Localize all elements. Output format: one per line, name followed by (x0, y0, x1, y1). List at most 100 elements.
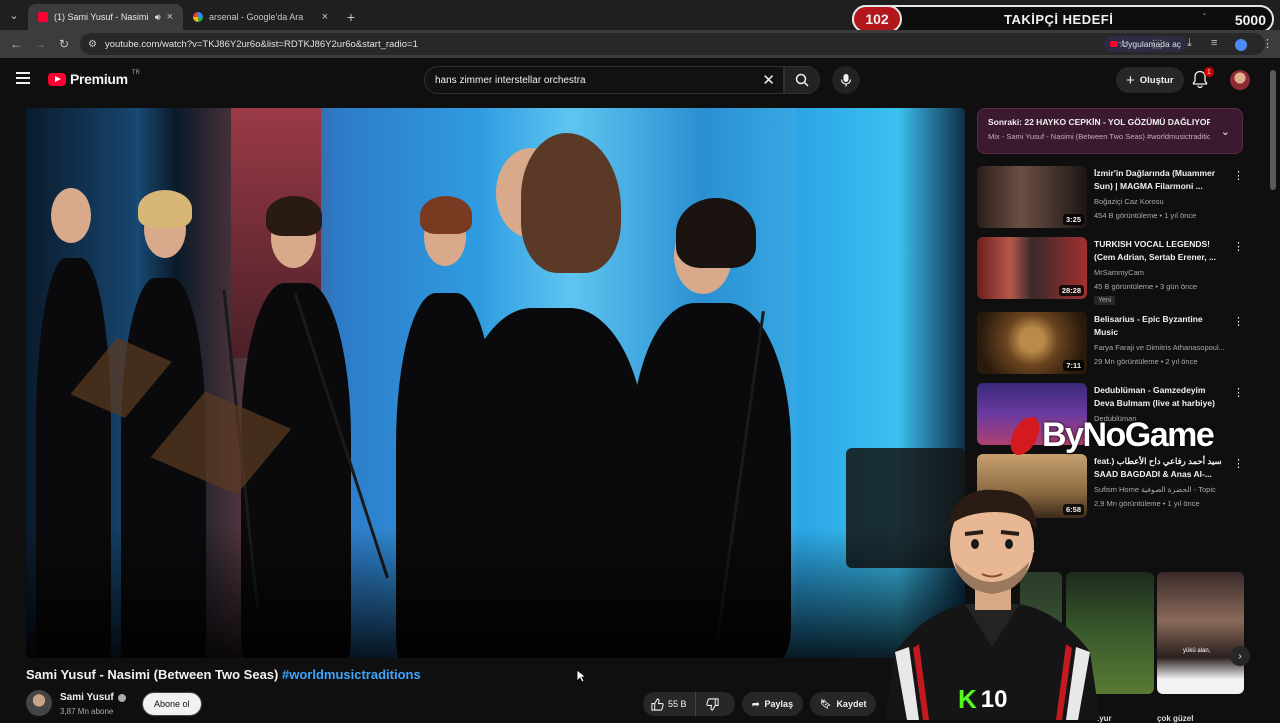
hamburger-menu-icon[interactable] (16, 72, 30, 87)
youtube-icon (1110, 41, 1118, 47)
recommendation-meta: 454 B görüntüleme • 1 yıl önce (1094, 211, 1197, 220)
mouse-cursor-icon (576, 669, 586, 683)
clear-search-icon[interactable]: ✕ (762, 71, 775, 89)
minimize-icon: - (1202, 9, 1206, 20)
share-button[interactable]: ➦ Paylaş (742, 692, 804, 716)
like-button[interactable]: 55 B (643, 692, 696, 716)
search-icon (795, 73, 809, 87)
queue-next-title: Sonraki: 22 HAYKO CEPKİN - YOL GÖZÜMÜ DA… (988, 117, 1210, 127)
kick-logo-icon: K (958, 684, 977, 714)
recommendation-channel[interactable]: Boğaziçi Caz Korosu (1094, 197, 1234, 206)
bynogame-logo-icon (1007, 416, 1043, 455)
youtube-premium-logo[interactable]: Premium TR (48, 70, 140, 87)
search-query: hans zimmer interstellar orchestra (435, 74, 586, 86)
recommendation-channel[interactable]: MrSammyCam (1094, 268, 1234, 277)
recommendation-item[interactable]: 3:25 İzmir'in Dağlarında (Muammer Sun) |… (977, 166, 1244, 234)
google-favicon-icon (193, 12, 203, 22)
video-title: Sami Yusuf - Nasimi (Between Two Seas) #… (26, 667, 421, 682)
download-icon[interactable]: ⤓ (1187, 37, 1192, 50)
channel-avatar[interactable] (26, 690, 52, 716)
queue-mix-title: Mix - Sami Yusuf - Nasimi (Between Two S… (988, 132, 1210, 141)
search-input[interactable]: hans zimmer interstellar orchestra ✕ (424, 66, 784, 94)
more-options-icon[interactable]: ⋮ (1233, 169, 1244, 182)
recommendation-meta: 29 Mn görüntüleme • 2 yıl önce (1094, 357, 1198, 366)
reading-list-icon[interactable]: ≡ (1211, 37, 1217, 49)
goal-current-count: 102 (852, 5, 902, 33)
channel-name[interactable]: Sami Yusuf (60, 692, 126, 703)
recommendation-meta: 2,9 Mn görüntüleme • 1 yıl önce (1094, 499, 1200, 508)
chevron-right-icon[interactable]: › (1230, 646, 1250, 666)
more-options-icon[interactable]: ⋮ (1233, 315, 1244, 328)
hashtag-link[interactable]: #worldmusictraditions (282, 667, 421, 682)
playlist-queue-panel[interactable]: Sonraki: 22 HAYKO CEPKİN - YOL GÖZÜMÜ DA… (977, 108, 1243, 154)
bynogame-watermark: ByNoGame (1007, 416, 1215, 455)
notification-badge: 1 (1204, 67, 1214, 77)
subscribe-button[interactable]: Abone ol (142, 692, 202, 716)
recommendation-channel[interactable]: Farya Faraji ve Dimitris Athanasopoul... (1094, 343, 1234, 352)
follower-goal-overlay: 102 TAKİPÇİ HEDEFİ - 5000 (852, 5, 1274, 33)
new-tab-button[interactable]: + (338, 4, 364, 30)
goal-target-count: 5000 (1234, 12, 1266, 28)
tab-google[interactable]: arsenal - Google'da Ara × (183, 4, 338, 30)
more-options-icon[interactable]: ⋮ (1233, 386, 1244, 399)
page-scrollbar[interactable] (1270, 70, 1276, 190)
close-tab-icon[interactable]: × (167, 11, 173, 23)
back-icon[interactable]: ← (4, 37, 28, 51)
share-icon: ➦ (752, 698, 760, 709)
video-thumbnail[interactable]: 7:11 (977, 312, 1087, 374)
microphone-icon (840, 74, 852, 87)
new-badge: Yeni (1094, 296, 1116, 305)
voice-search-button[interactable] (832, 66, 860, 94)
more-options-icon[interactable]: ⋮ (1233, 457, 1244, 470)
tab-title: (1) Sami Yusuf - Nasimi (Be (54, 12, 149, 22)
browser-menu-icon[interactable]: ⋮ (1262, 37, 1273, 50)
reload-icon[interactable]: ↻ (52, 37, 76, 51)
tab-youtube[interactable]: (1) Sami Yusuf - Nasimi (Be 🔊︎ × (28, 4, 183, 30)
recommendation-title[interactable]: Belisarius - Epic Byzantine Music (1094, 313, 1222, 339)
recommendation-title[interactable]: Dedublüman - Gamzedeyim Deva Bulmam (liv… (1094, 384, 1222, 410)
recommendation-title[interactable]: feat.) سيد أحمد رفاعي داح الأعطاب SAAD B… (1094, 455, 1222, 481)
verified-icon (117, 693, 126, 702)
like-dislike-group: 55 B (643, 692, 735, 716)
more-options-icon[interactable]: ⋮ (1233, 240, 1244, 253)
youtube-logo-icon (48, 72, 66, 86)
address-bar[interactable]: ⚙ youtube.com/watch?v=TKJ86Y2ur6o&list=R… (80, 33, 1265, 55)
recommendation-title[interactable]: TURKISH VOCAL LEGENDS! (Cem Adrian, Sert… (1094, 238, 1222, 264)
duration-label: 3:25 (1062, 214, 1084, 225)
video-player[interactable] (26, 108, 965, 658)
close-tab-icon[interactable]: × (322, 11, 328, 23)
short-thumbnail[interactable]: yükü alan, (1157, 572, 1244, 694)
bookmark-star-icon[interactable]: ☆ (1118, 37, 1128, 50)
plus-icon: + (1126, 71, 1135, 89)
create-button[interactable]: + Oluştur (1116, 67, 1184, 93)
account-avatar[interactable] (1230, 70, 1250, 90)
chevron-down-icon[interactable]: ⌄ (1221, 125, 1230, 138)
kick-viewer-counter: K 10 (958, 684, 1008, 714)
save-button[interactable]: 🔖︎ Kaydet (810, 692, 877, 716)
tab-search-icon[interactable]: ⌄ (0, 0, 28, 30)
thumbs-down-icon (705, 697, 719, 711)
profile-avatar[interactable] (1235, 39, 1247, 51)
search-button[interactable] (784, 66, 820, 94)
recommendation-title[interactable]: İzmir'in Dağlarında (Muammer Sun) | MAGM… (1094, 167, 1222, 193)
recommendation-meta: 45 B görüntüleme • 3 gün önce (1094, 282, 1198, 291)
recommendation-item[interactable]: 28:28 TURKISH VOCAL LEGENDS! (Cem Adrian… (977, 237, 1244, 305)
speaker-icon[interactable]: 🔊︎ (155, 12, 161, 23)
dislike-button[interactable] (696, 697, 729, 711)
site-info-icon[interactable]: ⚙ (88, 39, 97, 50)
duration-label: 7:11 (1063, 360, 1084, 371)
extensions-icon[interactable]: ⬚ (1152, 37, 1162, 50)
duration-label: 28:28 (1058, 285, 1084, 296)
recommendation-item[interactable]: 7:11 Belisarius - Epic Byzantine Music F… (977, 312, 1244, 380)
short-title: çok güzel (1157, 714, 1194, 723)
video-thumbnail[interactable]: 3:25 (977, 166, 1087, 228)
open-in-app-button[interactable]: Uygulamada aç (1104, 36, 1188, 52)
browser-toolbar: ← → ↻ ⚙ youtube.com/watch?v=TKJ86Y2ur6o&… (0, 30, 1280, 58)
url-text: youtube.com/watch?v=TKJ86Y2ur6o&list=RDT… (104, 38, 418, 50)
youtube-header: Premium TR hans zimmer interstellar orch… (0, 58, 1280, 102)
forward-icon[interactable]: → (28, 37, 52, 51)
goal-title: TAKİPÇİ HEDEFİ (1004, 12, 1114, 27)
subscriber-count: 3,87 Mn abone (60, 707, 114, 716)
video-thumbnail[interactable]: 28:28 (977, 237, 1087, 299)
recommendation-channel[interactable]: Sufism Home الحضرة الصوفية - Topic (1094, 485, 1234, 494)
